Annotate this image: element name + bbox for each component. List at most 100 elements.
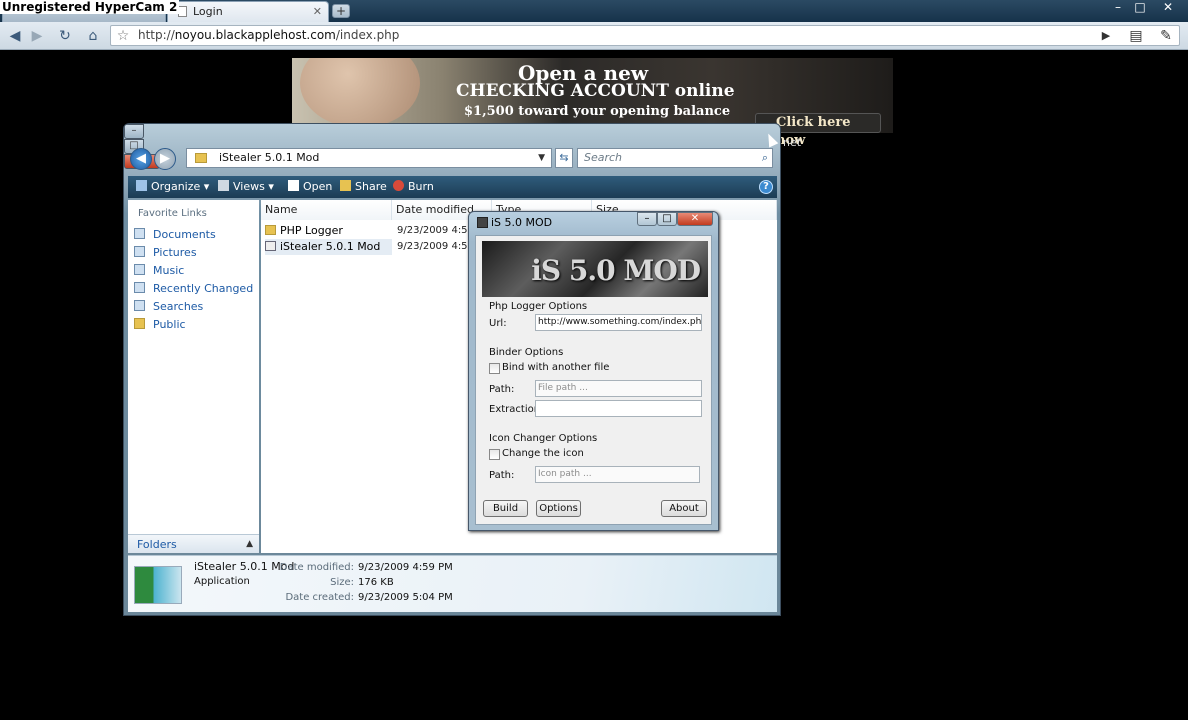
maximize-icon[interactable]: □ — [1130, 0, 1150, 14]
minimize-icon[interactable]: – — [1108, 0, 1128, 14]
pictures-icon — [134, 246, 145, 257]
reload-icon[interactable]: ↻ — [56, 26, 74, 46]
public-folder-icon — [134, 318, 145, 329]
details-created-label: Date created: — [285, 592, 354, 603]
chevron-up-icon: ▲ — [246, 539, 253, 549]
burn-button[interactable]: Burn — [393, 176, 434, 198]
is-mod-banner: iS 5.0 MOD — [482, 241, 708, 297]
dialog-body: iS 5.0 MOD Php Logger Options Url: http:… — [475, 235, 712, 525]
change-icon-checkbox-label: Change the icon — [502, 448, 584, 459]
details-file-type: Application — [194, 576, 250, 587]
application-icon — [265, 241, 276, 251]
dialog-minimize-button[interactable]: – — [637, 212, 657, 226]
link-recently-changed[interactable]: Recently Changed — [134, 282, 253, 295]
column-name[interactable]: Name — [261, 200, 392, 220]
close-window-icon[interactable]: ✕ — [1158, 0, 1178, 14]
open-button[interactable]: Open — [288, 176, 332, 198]
url-input[interactable]: http://www.something.com/index.php — [535, 314, 702, 331]
share-button[interactable]: Share — [340, 176, 387, 198]
organize-icon — [136, 180, 147, 191]
ad-subheadline: CHECKING ACCOUNT online — [456, 81, 735, 101]
browser-tab-label: Login — [193, 5, 223, 18]
chevron-down-icon[interactable]: ▼ — [538, 149, 545, 167]
searches-icon — [134, 300, 145, 311]
ad-offer: $1,500 toward your opening balance — [464, 104, 731, 119]
close-tab-icon[interactable]: ✕ — [313, 2, 322, 21]
details-size-value: 176 KB — [358, 577, 394, 588]
file-path-input[interactable]: File path ... — [535, 380, 702, 397]
explorer-forward-icon[interactable]: ▶ — [154, 148, 176, 170]
back-icon[interactable]: ◀ — [6, 26, 24, 46]
favorite-links-title: Favorite Links — [138, 208, 207, 219]
views-icon — [218, 180, 229, 191]
dialog-maximize-button[interactable]: □ — [657, 212, 677, 226]
music-icon — [134, 264, 145, 275]
php-logger-group-label: Php Logger Options — [489, 301, 588, 312]
explorer-minimize-button[interactable]: – — [124, 124, 144, 139]
dialog-close-button[interactable]: ✕ — [677, 212, 713, 226]
folder-icon — [195, 153, 207, 163]
bind-checkbox[interactable] — [489, 363, 500, 374]
new-tab-button[interactable]: + — [332, 4, 350, 18]
is-mod-dialog: iS 5.0 MOD – □ ✕ iS 5.0 MOD Php Logger O… — [468, 211, 719, 531]
change-icon-checkbox[interactable] — [489, 449, 500, 460]
url-text: http://noyou.blackapplehost.com/index.ph… — [138, 28, 400, 42]
explorer-address-bar[interactable]: iStealer 5.0.1 Mod ▼ — [186, 148, 552, 168]
burn-icon — [393, 180, 404, 191]
app-icon — [477, 217, 488, 228]
folders-toggle[interactable]: Folders ▲ — [128, 534, 259, 553]
url-label: Url: — [489, 318, 507, 329]
views-button[interactable]: Views ▾ — [218, 176, 274, 198]
details-size-label: Size: — [330, 577, 354, 588]
folder-icon — [265, 225, 276, 235]
about-button[interactable]: About — [661, 500, 707, 517]
build-button[interactable]: Build — [483, 500, 528, 517]
details-pane: iStealer 5.0.1 Mod Application Date modi… — [128, 555, 777, 612]
link-documents[interactable]: Documents — [134, 228, 216, 241]
forward-icon[interactable]: ▶ — [28, 26, 46, 46]
link-searches[interactable]: Searches — [134, 300, 203, 313]
wrench-icon[interactable]: ✎ — [1157, 26, 1175, 46]
recorder-watermark: Unregistered HyperCam 2 — [0, 0, 180, 14]
link-pictures[interactable]: Pictures — [134, 246, 197, 259]
home-icon[interactable]: ⌂ — [84, 26, 102, 46]
binder-group-label: Binder Options — [489, 347, 564, 358]
recently-changed-icon — [134, 282, 145, 293]
navigation-pane: Favorite Links Documents Pictures Music … — [128, 200, 259, 553]
dialog-title: iS 5.0 MOD — [491, 216, 553, 229]
options-button[interactable]: Options — [536, 500, 581, 517]
file-row-istealer[interactable]: iStealer 5.0.1 Mod — [265, 239, 392, 255]
search-placeholder: Search — [584, 151, 623, 164]
details-created-value: 9/23/2009 5:04 PM — [358, 592, 453, 603]
page-menu-icon[interactable]: ▤ — [1127, 26, 1145, 46]
go-icon[interactable]: ▶ — [1097, 26, 1115, 46]
organize-button[interactable]: Organize ▾ — [136, 176, 209, 198]
icon-changer-group-label: Icon Changer Options — [489, 433, 598, 444]
details-modified-label: Date modified: — [279, 562, 354, 573]
page-icon — [178, 6, 187, 17]
explorer-search-input[interactable]: Search ⌕ — [577, 148, 773, 168]
path-label: Path: — [489, 384, 515, 395]
link-music[interactable]: Music — [134, 264, 184, 277]
explorer-address-text: iStealer 5.0.1 Mod — [219, 151, 320, 164]
link-public[interactable]: Public — [134, 318, 186, 331]
icon-path-input[interactable]: Icon path ... — [535, 466, 700, 483]
ad-photo — [300, 58, 420, 128]
file-row-php-logger[interactable]: PHP Logger — [265, 223, 392, 239]
application-thumbnail — [134, 566, 182, 604]
browser-tab-login[interactable]: Login ✕ — [167, 1, 329, 22]
details-modified-value: 9/23/2009 4:59 PM — [358, 562, 453, 573]
explorer-back-icon[interactable]: ◀ — [130, 148, 152, 170]
documents-icon — [134, 228, 145, 239]
ad-suffix-text: net — [783, 136, 802, 149]
share-icon — [340, 180, 351, 191]
bind-checkbox-label: Bind with another file — [502, 362, 610, 373]
command-bar: Organize ▾ Views ▾ Open Share Burn ? — [128, 176, 777, 198]
folders-label: Folders — [137, 538, 177, 551]
bookmark-star-icon[interactable]: ☆ — [114, 26, 132, 46]
refresh-icon[interactable]: ⇆ — [555, 148, 573, 168]
help-icon[interactable]: ? — [759, 180, 773, 194]
icon-path-label: Path: — [489, 470, 515, 481]
search-icon[interactable]: ⌕ — [762, 149, 768, 167]
extraction-input[interactable] — [535, 400, 702, 417]
